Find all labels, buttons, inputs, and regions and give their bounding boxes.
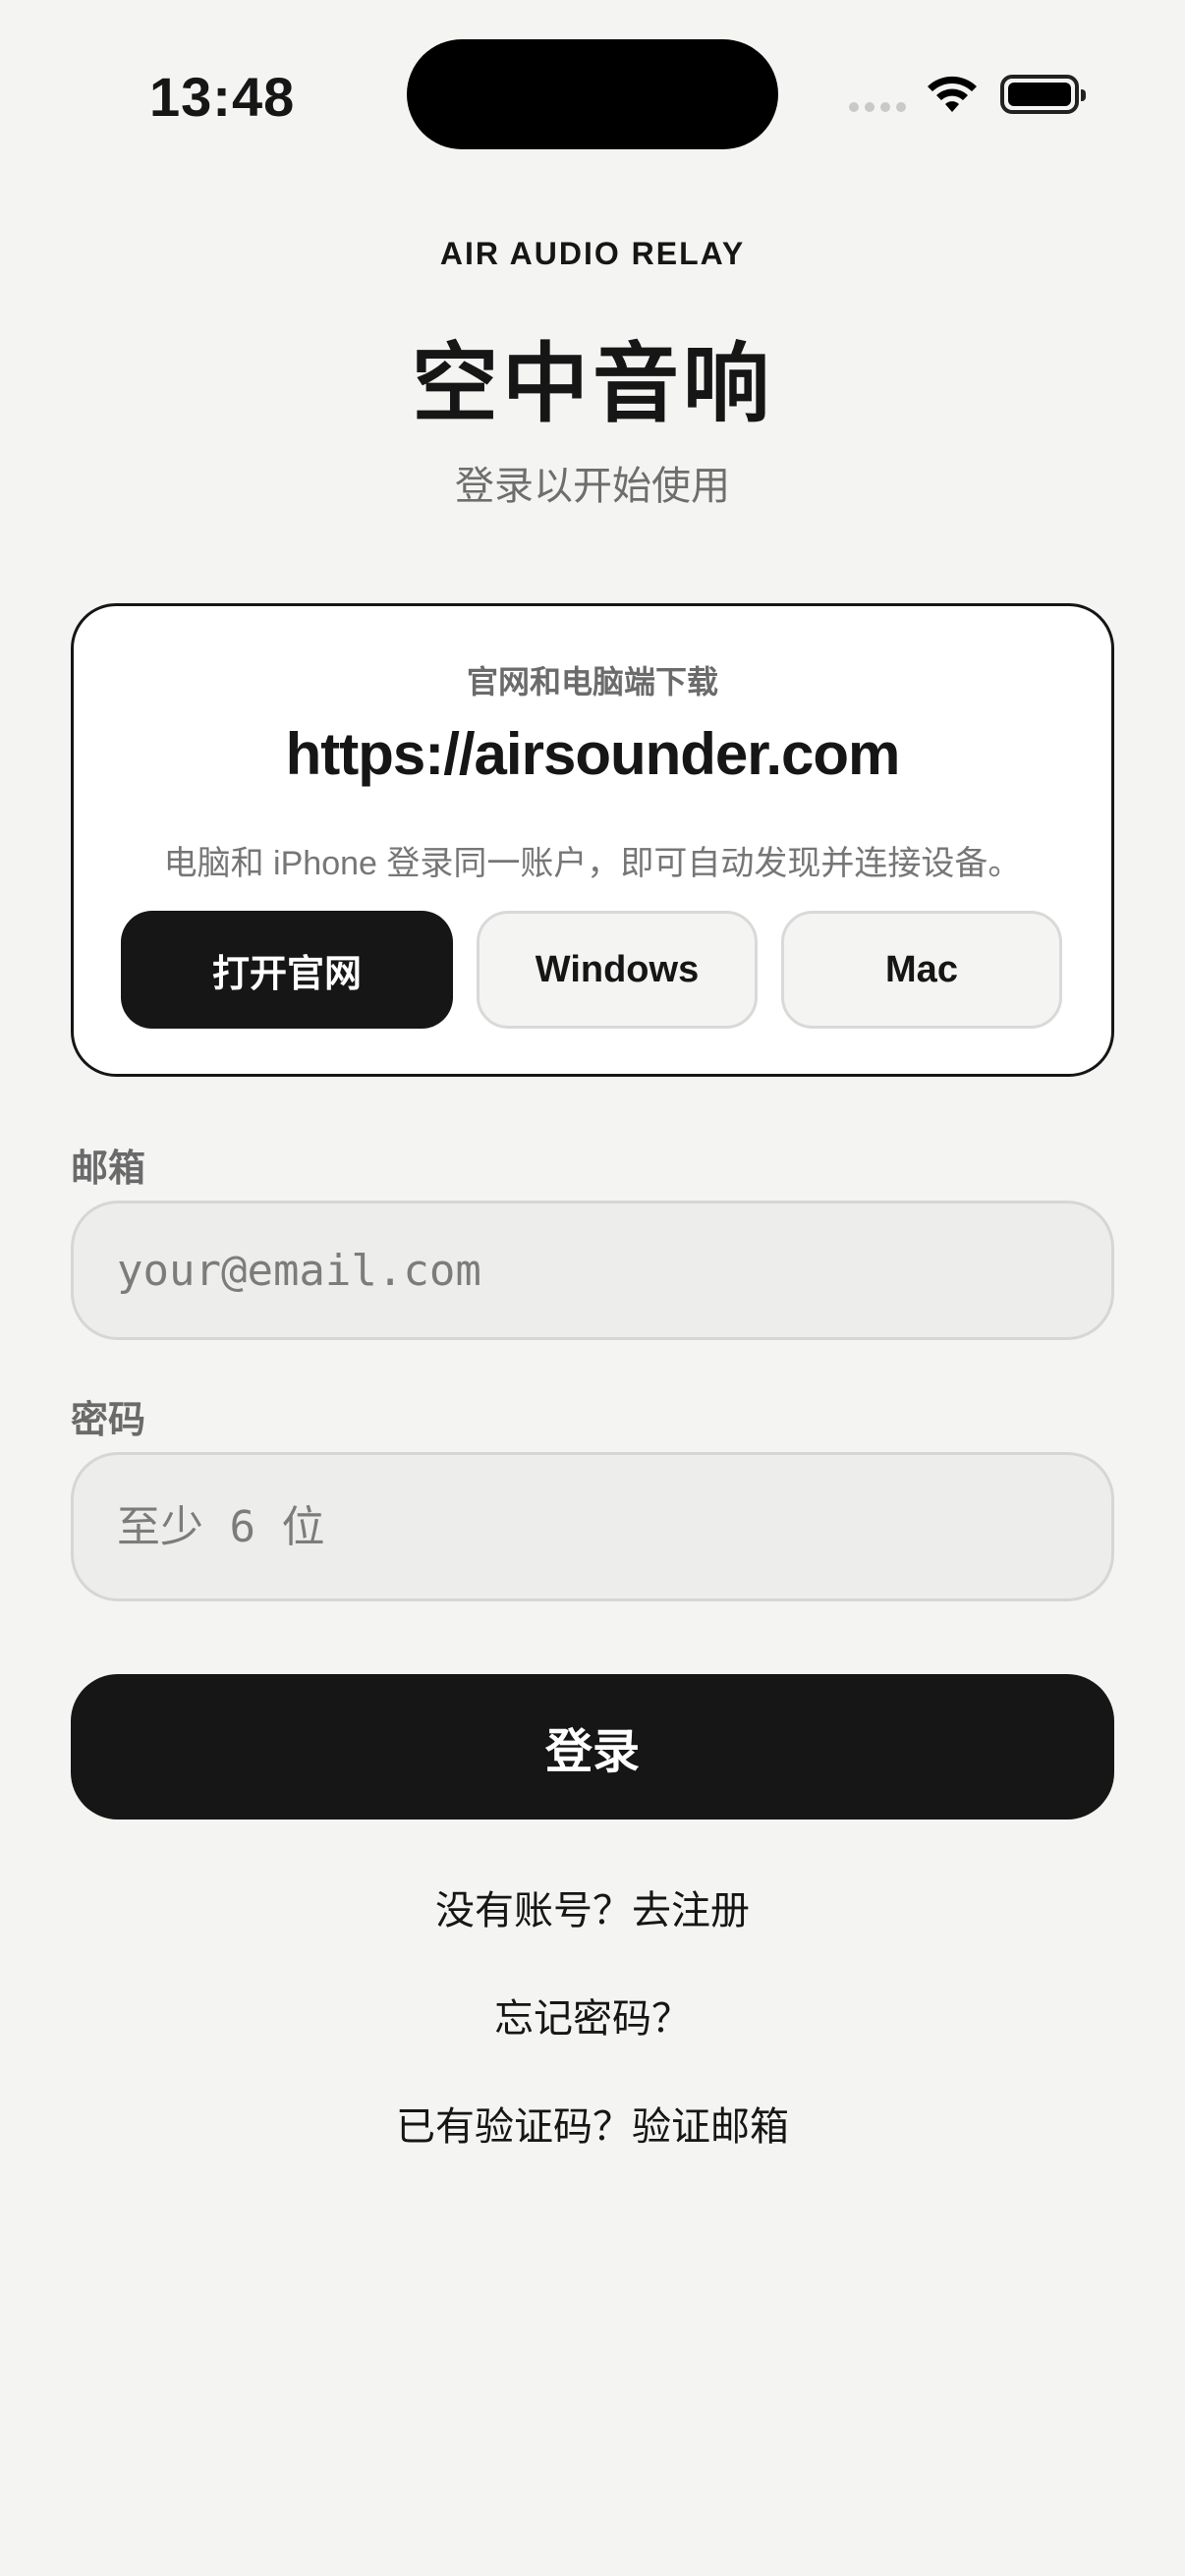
cellular-signal-icon bbox=[849, 102, 906, 112]
open-website-button[interactable]: 打开官网 bbox=[121, 911, 453, 1029]
wifi-icon bbox=[928, 76, 977, 112]
page-subtitle: 登录以开始使用 bbox=[455, 465, 730, 508]
password-field[interactable] bbox=[71, 1452, 1114, 1601]
email-field[interactable] bbox=[71, 1201, 1114, 1340]
login-screen: 13:48 AIR AUDIO RELAY 空中音响 登录以开始使用 官网和电脑… bbox=[0, 0, 1185, 2576]
download-card-label: 官网和电脑端下载 bbox=[466, 664, 718, 700]
verify-email-link[interactable]: 已有验证码？验证邮箱 bbox=[0, 2095, 1185, 2152]
brand-name: AIR AUDIO RELAY bbox=[439, 236, 746, 271]
register-link[interactable]: 没有账号？去注册 bbox=[0, 1878, 1185, 1935]
mac-download-button[interactable]: Mac bbox=[781, 911, 1062, 1029]
forgot-password-link[interactable]: 忘记密码？ bbox=[0, 1987, 1185, 2044]
email-label: 邮箱 bbox=[71, 1148, 146, 1190]
website-url: https://airsounder.com bbox=[285, 721, 901, 787]
battery-icon bbox=[1000, 75, 1086, 114]
dynamic-island bbox=[407, 39, 778, 149]
login-button[interactable]: 登录 bbox=[71, 1674, 1114, 1820]
password-label: 密码 bbox=[71, 1400, 146, 1441]
download-card-description: 电脑和 iPhone 登录同一账户，即可自动发现并连接设备。 bbox=[163, 845, 1022, 882]
page-title: 空中音响 bbox=[411, 335, 773, 432]
status-time: 13:48 bbox=[149, 66, 296, 128]
download-card: 官网和电脑端下载 https://airsounder.com 电脑和 iPho… bbox=[71, 603, 1114, 1077]
windows-download-button[interactable]: Windows bbox=[477, 911, 758, 1029]
